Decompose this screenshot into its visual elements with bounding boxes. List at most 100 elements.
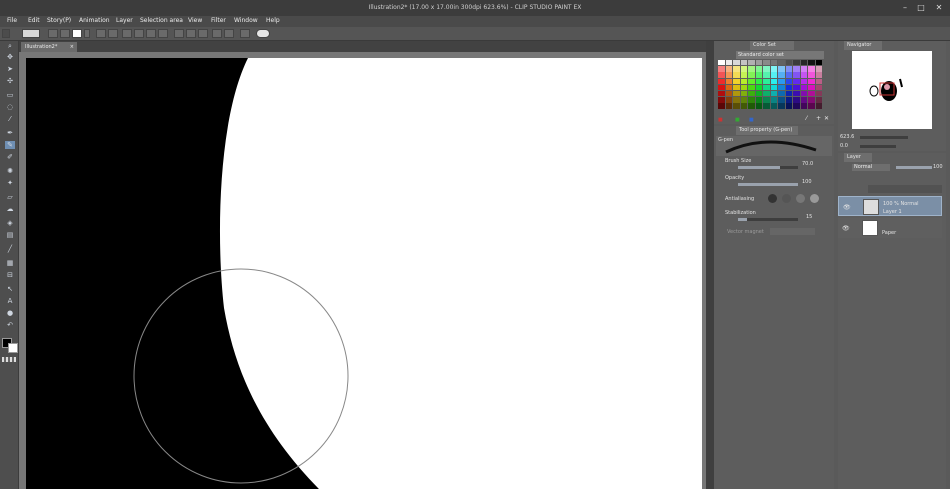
color-swatch[interactable] (808, 97, 815, 103)
color-swatch[interactable] (808, 66, 815, 72)
minimize-icon[interactable]: – (899, 3, 911, 12)
pencil-icon[interactable]: ✎ (5, 141, 15, 149)
color-swatch[interactable] (725, 72, 733, 78)
balloon-icon[interactable]: ● (5, 309, 15, 317)
color-swatch[interactable] (740, 103, 748, 109)
deselect-icon[interactable] (174, 29, 184, 38)
color-swatch[interactable] (763, 97, 770, 103)
color-swatch[interactable] (815, 60, 823, 66)
antialias-weak-icon[interactable] (782, 194, 791, 203)
color-set-selector[interactable]: Standard color set (736, 51, 824, 59)
color-swatch[interactable] (763, 84, 770, 91)
color-swatch[interactable] (785, 97, 793, 103)
fill-bucket-icon[interactable]: ◈ (5, 219, 15, 227)
clip-studio-icon[interactable] (22, 29, 40, 38)
antialias-middle-icon[interactable] (796, 194, 805, 203)
layer-command-bar[interactable] (868, 185, 942, 193)
color-swatch[interactable] (793, 91, 800, 97)
transform-icon[interactable] (146, 29, 156, 38)
color-swatch[interactable] (718, 72, 725, 78)
brush-size-slider[interactable] (738, 166, 798, 169)
color-swatch[interactable] (800, 103, 808, 109)
color-swatch[interactable] (800, 84, 808, 91)
color-swatch[interactable] (755, 97, 763, 103)
color-swatch[interactable] (740, 91, 748, 97)
figure-icon[interactable]: ╱ (5, 245, 15, 253)
color-swatch[interactable] (740, 84, 748, 91)
brush-size-value[interactable]: 70.0 (802, 161, 813, 167)
color-swatch[interactable] (793, 78, 800, 84)
color-swatch[interactable] (718, 103, 725, 109)
color-swatch[interactable] (815, 72, 823, 78)
color-swatch[interactable] (785, 91, 793, 97)
color-swatch[interactable] (815, 91, 823, 97)
menu-selection-area[interactable]: Selection area (140, 17, 183, 24)
color-swatch[interactable] (748, 60, 755, 66)
invert-selection-icon[interactable] (186, 29, 196, 38)
vector-magnet-buttons[interactable] (770, 228, 815, 235)
color-swatch[interactable] (755, 66, 763, 72)
menu-window[interactable]: Window (234, 17, 258, 24)
color-swatch[interactable] (785, 103, 793, 109)
color-swatch[interactable] (755, 84, 763, 91)
document-tab[interactable]: Illustration2* × (21, 42, 77, 52)
snap-grid-icon[interactable] (224, 29, 234, 38)
color-swatch[interactable] (755, 60, 763, 66)
color-swatch[interactable] (748, 97, 755, 103)
frame-icon[interactable]: ▦ (5, 259, 15, 267)
color-swatch[interactable] (718, 91, 725, 97)
color-swatch[interactable] (770, 66, 778, 72)
color-swatch[interactable] (740, 72, 748, 78)
opacity-slider[interactable] (738, 183, 798, 186)
eye-icon[interactable]: 👁 (842, 225, 850, 232)
stabilization-slider[interactable] (738, 218, 798, 221)
color-swatch[interactable] (770, 97, 778, 103)
color-swatch[interactable] (778, 66, 785, 72)
open-file-icon[interactable] (60, 29, 70, 38)
color-swatch[interactable] (733, 97, 740, 103)
menu-file[interactable]: File (7, 17, 17, 24)
eyedropper-icon[interactable]: ⁄ (5, 115, 15, 123)
menu-layer[interactable]: Layer (116, 17, 133, 24)
color-swatch[interactable] (763, 60, 770, 66)
move-icon[interactable]: ✥ (5, 53, 15, 61)
color-swatch[interactable] (778, 84, 785, 91)
color-swatch[interactable] (748, 84, 755, 91)
color-swatch[interactable] (733, 84, 740, 91)
opacity-value[interactable]: 100 (802, 179, 812, 185)
color-swatch[interactable] (815, 97, 823, 103)
color-swatch[interactable] (740, 60, 748, 66)
color-swatch[interactable] (815, 103, 823, 109)
color-swatch[interactable] (793, 103, 800, 109)
color-swatch[interactable] (808, 78, 815, 84)
color-swatch[interactable] (733, 60, 740, 66)
color-swatch[interactable] (763, 66, 770, 72)
delete-color-icon[interactable]: ✕ (824, 115, 829, 122)
gradient-icon[interactable]: ▤ (5, 231, 15, 239)
color-swatch[interactable] (748, 66, 755, 72)
pen-icon[interactable]: ✒ (5, 129, 15, 137)
color-swatch[interactable] (800, 91, 808, 97)
blend-icon[interactable]: ☁ (5, 205, 15, 213)
color-swatch[interactable] (808, 60, 815, 66)
redo-icon[interactable] (108, 29, 118, 38)
undo-icon[interactable] (96, 29, 106, 38)
canvas[interactable] (26, 58, 702, 489)
color-swatch[interactable] (800, 97, 808, 103)
color-swatch[interactable] (800, 78, 808, 84)
menu-view[interactable]: View (188, 17, 202, 24)
antialias-strong-icon[interactable] (810, 194, 819, 203)
color-swatch[interactable] (778, 60, 785, 66)
color-swatch[interactable] (778, 91, 785, 97)
decoration-icon[interactable]: ✦ (5, 179, 15, 187)
color-swatch[interactable] (778, 72, 785, 78)
eye-icon[interactable]: 👁 (843, 204, 851, 211)
layer-row-paper[interactable]: 👁 Paper (838, 218, 942, 238)
color-swatch[interactable] (778, 78, 785, 84)
close-icon[interactable]: ✕ (933, 3, 945, 12)
ruler-icon[interactable]: ⊟ (5, 271, 15, 279)
color-swatch[interactable] (785, 84, 793, 91)
color-swatch[interactable] (770, 60, 778, 66)
sub-color-swatch[interactable] (8, 343, 18, 353)
color-swatch[interactable] (725, 78, 733, 84)
